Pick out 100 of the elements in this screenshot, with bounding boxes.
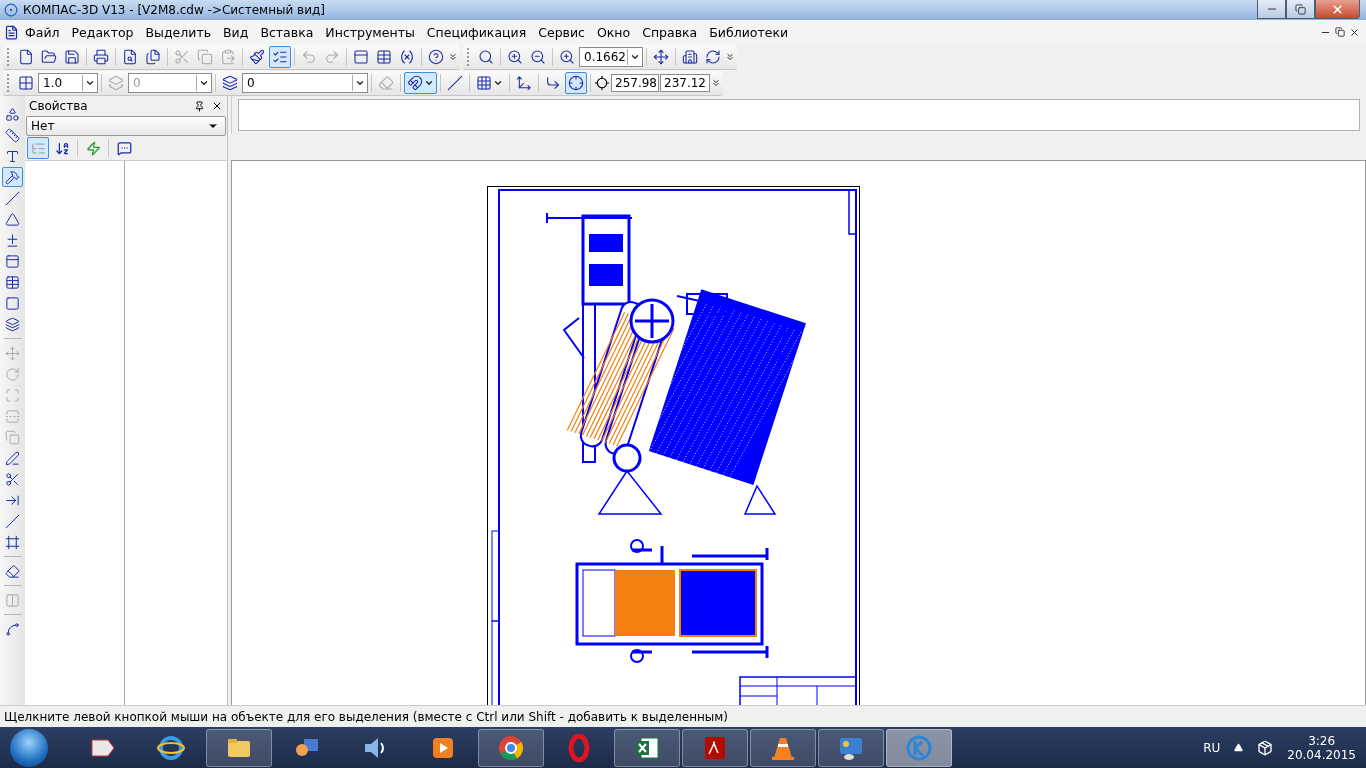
window-title: КОМПАС-3D V13 - [V2M8.cdw ->Системный вид] xyxy=(23,2,326,17)
ruler-icon xyxy=(5,127,20,143)
menu-item[interactable]: Редактор xyxy=(65,24,140,40)
shapes-icon xyxy=(5,106,20,122)
close-icon[interactable] xyxy=(1349,26,1360,38)
menu-item[interactable]: Спецификация xyxy=(420,24,533,40)
magnet-icon xyxy=(407,75,423,91)
menu-item[interactable]: Файл xyxy=(19,24,66,40)
toolbar-button[interactable] xyxy=(2,167,23,188)
pen-icon xyxy=(5,450,20,466)
menu-item[interactable]: Вставка xyxy=(254,24,320,40)
caret-icon xyxy=(355,78,365,88)
clock[interactable]: 3:26 20.04.2015 xyxy=(1287,733,1356,762)
start-button[interactable] xyxy=(10,728,48,767)
caret-icon xyxy=(199,78,209,88)
table-icon xyxy=(5,274,20,290)
language-indicator[interactable]: RU xyxy=(1203,740,1221,755)
snap-button[interactable] xyxy=(404,72,437,94)
pin-icon[interactable] xyxy=(194,100,205,112)
overflow-icon[interactable] xyxy=(448,52,458,63)
overflow-icon[interactable] xyxy=(711,78,721,88)
app-logo-icon xyxy=(905,733,933,762)
brush-icon xyxy=(249,49,265,66)
mirror-icon xyxy=(5,408,20,424)
taskbar-button[interactable] xyxy=(614,728,680,767)
panel-icon xyxy=(5,253,20,269)
save-icon xyxy=(64,49,80,66)
grid-icon xyxy=(476,75,492,91)
scale-icon xyxy=(5,387,20,403)
printer-icon xyxy=(93,49,109,66)
restore-icon xyxy=(1295,3,1306,15)
eraser-icon xyxy=(5,563,20,579)
status-text: Щелкните левой кнопкой мыши на объекте для его выделения (вместе с Ctrl или Shift - добавить к выделенным) xyxy=(4,709,729,724)
spline-icon xyxy=(5,621,20,637)
slash-icon xyxy=(5,513,20,529)
taskbar-button[interactable] xyxy=(478,728,544,767)
scissors-icon xyxy=(5,471,20,487)
caret-icon xyxy=(493,78,503,88)
rotate-icon xyxy=(5,366,20,382)
zoom-in-icon xyxy=(559,49,575,66)
taskbar-button[interactable] xyxy=(818,728,884,767)
grid-icon xyxy=(18,75,34,91)
x-coordinate-field[interactable]: 257.98 xyxy=(611,74,659,92)
redo-icon xyxy=(324,49,340,66)
menu-item[interactable]: Библиотеки xyxy=(703,24,795,40)
layer-field[interactable]: 0 xyxy=(242,73,368,93)
move-icon xyxy=(653,49,669,66)
zoom-icon xyxy=(478,49,494,66)
step-field[interactable]: 1.0 xyxy=(38,73,98,93)
restore-button[interactable] xyxy=(1286,0,1315,19)
zoom-in-icon xyxy=(507,49,523,66)
toolbar-button[interactable] xyxy=(565,72,587,94)
menu-item[interactable]: Выделить xyxy=(139,24,218,40)
menu-item[interactable]: Окно xyxy=(590,24,637,40)
menu-item[interactable]: Инструменты xyxy=(319,24,421,40)
caret-icon xyxy=(85,78,95,88)
overflow-icon[interactable] xyxy=(725,52,735,63)
zoom-field[interactable]: 0.1662 xyxy=(579,47,643,68)
corner-icon xyxy=(545,75,561,91)
copy-icon xyxy=(197,49,213,66)
object-dropdown[interactable]: Нет xyxy=(26,116,226,137)
taskbar-button[interactable] xyxy=(886,728,952,767)
square-icon xyxy=(5,295,20,311)
help-icon xyxy=(116,140,132,156)
slash-icon xyxy=(447,75,463,91)
zoom-out-icon xyxy=(530,49,546,66)
close-button[interactable] xyxy=(1315,0,1360,19)
preview-icon xyxy=(122,49,138,66)
crosshair-icon xyxy=(594,75,610,91)
crosshair-icon xyxy=(568,75,584,91)
layers-icon xyxy=(222,75,238,91)
toolbar-button[interactable] xyxy=(269,46,291,69)
refresh-icon xyxy=(705,49,721,66)
hammer-icon xyxy=(5,169,20,185)
plus-minus-icon xyxy=(5,232,20,248)
new-document-icon xyxy=(18,49,34,66)
menu-item[interactable]: Вид xyxy=(217,24,255,40)
menu-item[interactable]: Сервис xyxy=(532,24,591,40)
table-icon xyxy=(376,49,392,66)
eraser-icon xyxy=(378,75,394,91)
caret-icon xyxy=(424,78,434,88)
function-icon xyxy=(399,49,415,66)
panel-title: Свойства xyxy=(29,99,89,114)
building-icon xyxy=(682,49,698,66)
undo-icon xyxy=(301,49,317,66)
tray-expand-icon[interactable] xyxy=(1234,743,1244,753)
help-icon xyxy=(428,49,444,66)
paste-icon xyxy=(220,49,236,66)
restore-icon[interactable] xyxy=(1335,26,1345,37)
taskbar-button[interactable] xyxy=(206,728,272,767)
drawing-canvas[interactable] xyxy=(231,160,1366,706)
y-coordinate-field[interactable]: 237.12 xyxy=(660,74,710,92)
lightning-icon xyxy=(85,140,101,156)
minimize-button[interactable] xyxy=(1257,0,1286,19)
app-logo-icon xyxy=(4,2,18,17)
menu-item[interactable]: Справка xyxy=(636,24,704,40)
sort-icon xyxy=(54,140,70,156)
box-icon[interactable] xyxy=(1257,739,1274,756)
document-icon xyxy=(4,24,19,40)
panel-icon xyxy=(353,49,369,66)
